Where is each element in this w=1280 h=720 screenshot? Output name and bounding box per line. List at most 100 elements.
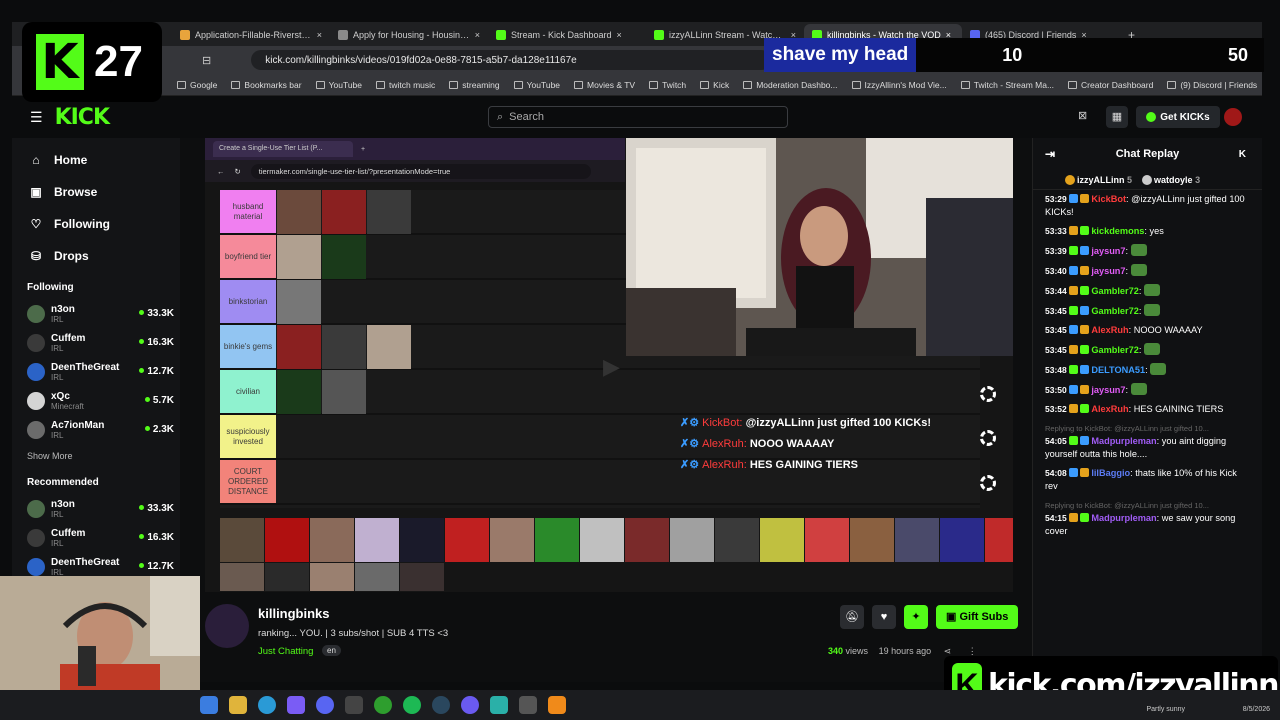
chat-app-icon[interactable] [490, 696, 508, 714]
url-field[interactable]: kick.com/killingbinks/videos/019fd02a-0e… [251, 50, 772, 70]
video-player[interactable]: Create a Single-Use Tier List (P... + ← … [205, 138, 1013, 592]
audio-icon[interactable] [345, 696, 363, 714]
share-icon[interactable]: ⋖ [944, 646, 952, 656]
nav-item-home[interactable]: ⌂ Home [12, 144, 180, 176]
files-icon[interactable] [229, 696, 247, 714]
get-kicks-button[interactable]: Get KICKs [1136, 106, 1220, 128]
top-gifter[interactable]: watdoyle 3 [1142, 174, 1200, 185]
browser-tab[interactable]: Apply for Housing - Housing Auth × [330, 24, 488, 46]
chat-timestamp: 53:39 [1045, 246, 1067, 256]
monitor-icon[interactable] [519, 696, 537, 714]
steam-icon[interactable] [432, 696, 450, 714]
chat-username[interactable]: KickBot [1091, 194, 1126, 204]
search-placeholder: Search [509, 111, 545, 123]
nav-item-drops[interactable]: ⛁ Drops [12, 240, 180, 272]
nav-item-following[interactable]: ♡ Following [12, 208, 180, 240]
channel-item[interactable]: n3on IRL 33.3K [12, 299, 180, 328]
chat-username[interactable]: kickdemons [1091, 226, 1144, 236]
bookmark-item[interactable]: twitch music [376, 80, 435, 90]
top-gifter[interactable]: izzyALLinn 5 [1065, 174, 1132, 185]
chat-username[interactable]: Madpurpleman [1091, 436, 1156, 446]
menu-icon[interactable]: ☰ [30, 109, 43, 126]
show-more-link[interactable]: Show More [12, 444, 180, 467]
tier-item-image [277, 280, 321, 324]
close-tab-icon[interactable]: × [475, 30, 480, 40]
channel-avatar[interactable] [205, 604, 249, 648]
channel-item[interactable]: xQc Minecraft 5.7K [12, 386, 180, 415]
subscribe-button[interactable]: ✦ [904, 605, 928, 629]
channel-item[interactable]: Cuffem IRL 16.3K [12, 328, 180, 357]
chat-username[interactable]: Gambler72 [1091, 286, 1139, 296]
browser-tab[interactable]: Stream - Kick Dashboard × [488, 24, 646, 46]
viewer-count: 33.3K [139, 308, 174, 319]
screen: Application-Fillable-Riverstone-Co×Apply… [0, 0, 1280, 720]
bookmark-icon [960, 80, 970, 89]
edge-icon[interactable] [258, 696, 276, 714]
discord-icon[interactable] [316, 696, 334, 714]
chat-username[interactable]: Gambler72 [1091, 306, 1139, 316]
obs-icon[interactable] [287, 696, 305, 714]
new-tab-icon: + [361, 145, 366, 153]
channel-item[interactable]: DeenTheGreat IRL 12.7K [12, 357, 180, 386]
close-tab-icon[interactable]: × [317, 30, 322, 40]
chat-message: 53:45 Gambler72: [1033, 301, 1262, 321]
category-link[interactable]: Just Chatting [258, 646, 313, 657]
bookmark-star-icon[interactable]: ⊟ [202, 54, 211, 67]
bookmark-item[interactable]: Twitch - Stream Ma... [960, 80, 1054, 90]
bookmark-item[interactable]: Kick [700, 80, 729, 90]
layout-icon[interactable]: ▦ [1106, 106, 1128, 128]
language-tag[interactable]: en [322, 645, 341, 656]
chat-username[interactable]: lilBaggio [1091, 468, 1130, 478]
browser-tab[interactable]: Application-Fillable-Riverstone-Co × [172, 24, 330, 46]
start-icon[interactable] [200, 696, 218, 714]
user-avatar[interactable] [1224, 108, 1242, 126]
mute-notifications-button[interactable]: 🔕︎ [840, 605, 864, 629]
chat-username[interactable]: jaysun7 [1091, 385, 1125, 395]
gift-subs-button[interactable]: ▣ Gift Subs [936, 605, 1019, 629]
chat-username[interactable]: jaysun7 [1091, 246, 1125, 256]
chat-badge-icon [1079, 226, 1089, 235]
bookmark-item[interactable]: IzzyAllinn's Mod Vie... [851, 80, 947, 90]
bookmark-item[interactable]: Bookmarks bar [231, 80, 302, 90]
views-label: views [845, 646, 869, 656]
chat-badge-icon [1079, 286, 1089, 295]
channel-item[interactable]: n3on IRL 33.3K [12, 494, 180, 523]
kicks-coin-icon [1146, 112, 1157, 122]
chat-username[interactable]: AlexRuh [1091, 404, 1128, 414]
channel-item[interactable]: Cuffem IRL 16.3K [12, 523, 180, 552]
play-icon[interactable]: ▶ [603, 354, 620, 380]
chat-username[interactable]: DELTONA51 [1091, 365, 1145, 375]
bookmark-item[interactable]: YouTube [513, 80, 560, 90]
nav-item-browse[interactable]: ▣ Browse [12, 176, 180, 208]
get-kicks-label: Get KICKs [1160, 111, 1210, 123]
chat-badge-icon [1068, 468, 1078, 477]
channel-item[interactable]: Ac7ionMan IRL 2.3K [12, 415, 180, 444]
chat-badge-icon [1068, 266, 1078, 275]
bookmark-item[interactable]: Movies & TV [574, 80, 635, 90]
xbox-icon[interactable] [374, 696, 392, 714]
gifter-badge-icon [1142, 174, 1153, 185]
bookmark-item[interactable]: Google [177, 80, 217, 90]
bookmark-item[interactable]: Creator Dashboard [1068, 80, 1153, 90]
collapse-chat-icon[interactable]: ⇥ [1045, 147, 1055, 161]
channel-name[interactable]: killingbinks [258, 606, 330, 621]
chat-username[interactable]: AlexRuh [1091, 325, 1128, 335]
stream-chat-line: ✗⚙ KickBot: @izzyALLinn just gifted 100 … [680, 416, 931, 429]
spotify-icon[interactable] [403, 696, 421, 714]
bookmark-item[interactable]: (9) Discord | Friends [1167, 80, 1257, 90]
app-icon[interactable] [461, 696, 479, 714]
vlc-icon[interactable] [548, 696, 566, 714]
chat-username[interactable]: jaysun7 [1091, 266, 1125, 276]
kick-logo[interactable]: KICK [55, 105, 110, 130]
bookmark-item[interactable]: Twitch [649, 80, 686, 90]
close-tab-icon[interactable]: × [617, 30, 622, 40]
more-options-icon[interactable]: ⋮ [968, 646, 977, 656]
follow-button[interactable]: ♥ [872, 605, 896, 629]
search-input[interactable]: ⌕ Search [488, 106, 788, 128]
theater-mode-icon[interactable]: ⊠ [1078, 109, 1087, 122]
chat-username[interactable]: Madpurpleman [1091, 513, 1156, 523]
bookmark-item[interactable]: YouTube [315, 80, 362, 90]
chat-username[interactable]: Gambler72 [1091, 345, 1139, 355]
bookmark-item[interactable]: Moderation Dashbo... [743, 80, 838, 90]
bookmark-item[interactable]: streaming [449, 80, 500, 90]
